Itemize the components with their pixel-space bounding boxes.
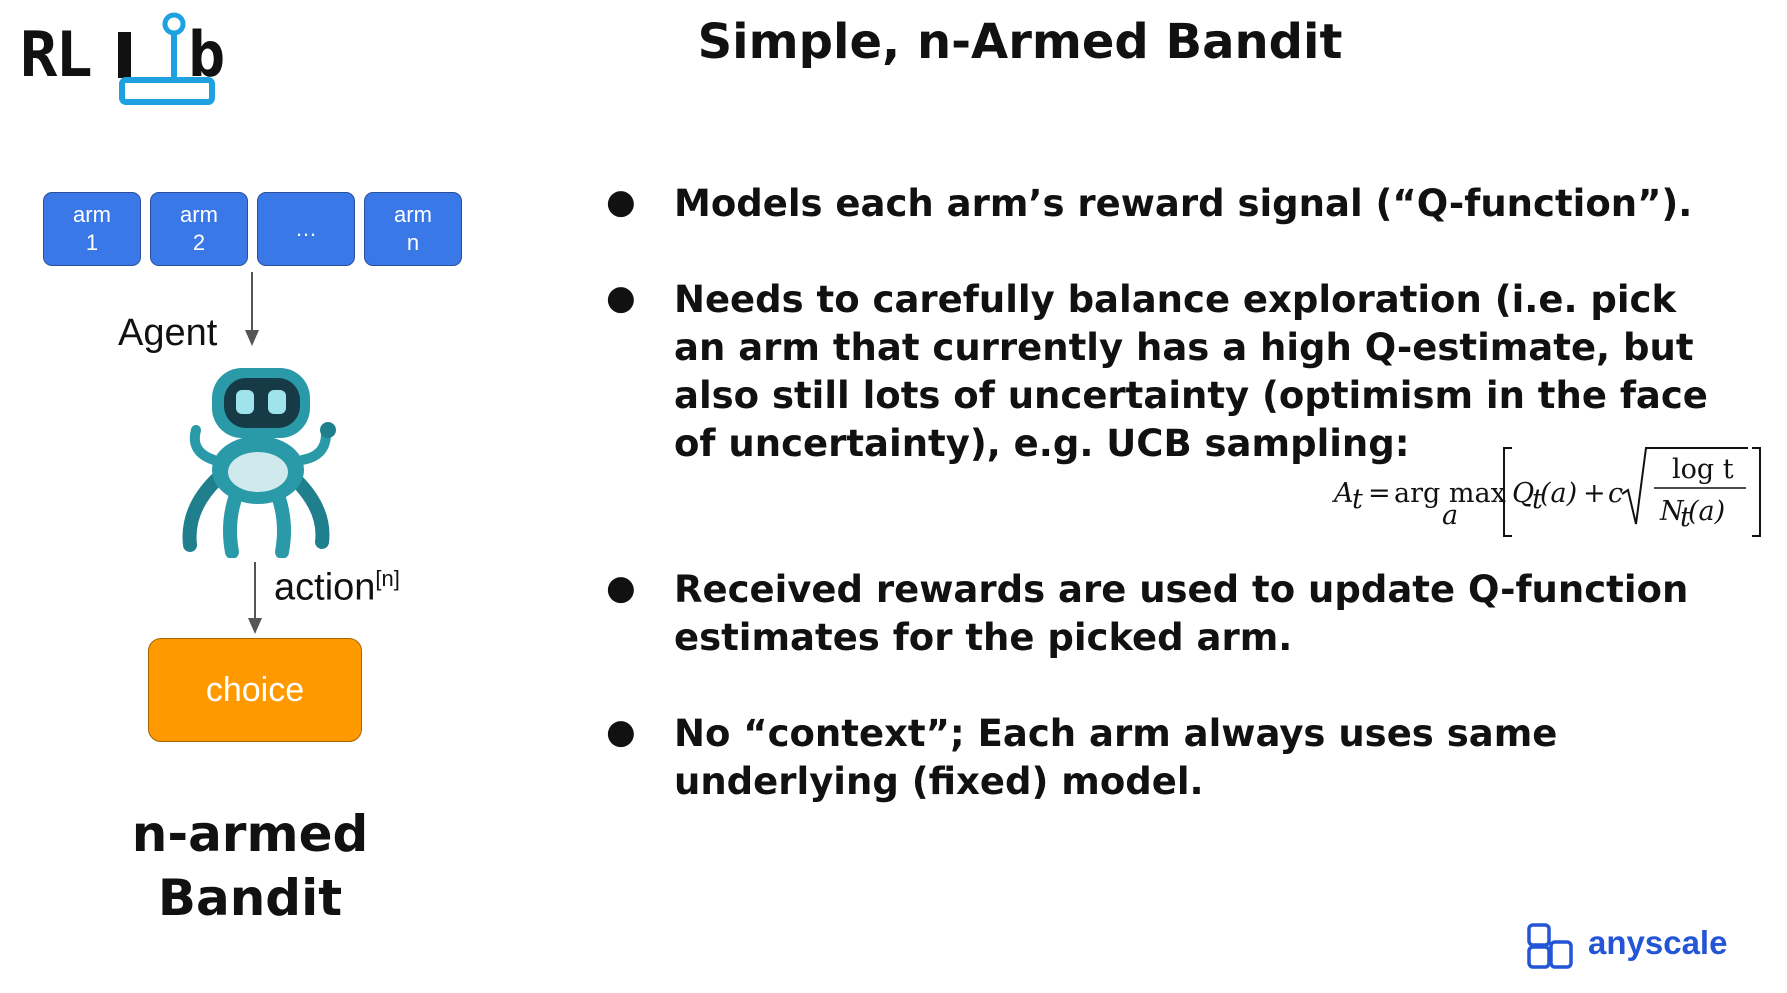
arm-number: 1 bbox=[85, 230, 99, 255]
bullet-icon: ● bbox=[606, 182, 636, 222]
bullet-text: Received rewards are used to update Q-fu… bbox=[674, 568, 1689, 659]
arm-number: n bbox=[406, 230, 420, 255]
action-superscript: [n] bbox=[375, 566, 400, 591]
bullet-icon: ● bbox=[606, 712, 636, 752]
action-label: action[n] bbox=[274, 566, 400, 610]
svg-text:a: a bbox=[1442, 500, 1458, 531]
bullet-icon: ● bbox=[606, 568, 636, 608]
bandit-caption: n-armed Bandit bbox=[100, 802, 400, 930]
rllib-logo: RL b bbox=[20, 12, 225, 105]
robot-icon bbox=[182, 368, 336, 558]
bullet-text: Models each arm’s reward signal (“Q-func… bbox=[674, 182, 1693, 225]
agent-label: Agent bbox=[118, 312, 218, 354]
svg-text:(a): (a) bbox=[1688, 496, 1725, 527]
arm-label: arm bbox=[73, 202, 111, 227]
bandit-caption-line1: n-armed bbox=[131, 805, 369, 863]
logo-joystick-stick bbox=[171, 32, 177, 80]
bullet-icon: ● bbox=[606, 278, 636, 318]
arm-label: … bbox=[295, 216, 317, 241]
arrow-down-icon bbox=[245, 272, 259, 346]
svg-text:(a): (a) bbox=[1540, 478, 1577, 509]
logo-joystick-knob bbox=[162, 12, 186, 36]
svg-text:log t: log t bbox=[1672, 454, 1734, 485]
arm-box-ellipsis: … bbox=[257, 192, 355, 266]
svg-text:A: A bbox=[1331, 478, 1354, 509]
arm-box-n: arm n bbox=[364, 192, 462, 266]
svg-text:=: = bbox=[1368, 478, 1391, 509]
logo-text-left: RL bbox=[20, 18, 91, 91]
choice-box: choice bbox=[148, 638, 362, 742]
svg-text:t: t bbox=[1352, 484, 1363, 515]
arrow-down-icon bbox=[248, 562, 262, 634]
bullet-text: Needs to carefully balance exploration (… bbox=[674, 278, 1708, 465]
logo-text-right: b bbox=[188, 18, 223, 91]
anyscale-brand-name: anyscale bbox=[1588, 924, 1728, 961]
anyscale-logo-icon bbox=[1527, 923, 1573, 969]
arm-number: 2 bbox=[192, 230, 206, 255]
bandit-caption-line2: Bandit bbox=[157, 869, 343, 927]
svg-text:Q: Q bbox=[1512, 478, 1534, 509]
logo-i-stem bbox=[118, 32, 131, 78]
ucb-formula: A t = arg max a Q t (a) + c log t N t (a… bbox=[1331, 447, 1761, 537]
arm-label: arm bbox=[180, 202, 218, 227]
svg-text:+: + bbox=[1583, 478, 1606, 509]
svg-text:c: c bbox=[1608, 478, 1623, 509]
action-text: action bbox=[274, 566, 376, 609]
arm-box-1: arm 1 bbox=[43, 192, 141, 266]
bullet-text: No “context”; Each arm always uses same … bbox=[674, 712, 1558, 803]
arm-label: arm bbox=[394, 202, 432, 227]
slide-title: Simple, n-Armed Bandit bbox=[697, 14, 1343, 70]
arm-box-2: arm 2 bbox=[150, 192, 248, 266]
